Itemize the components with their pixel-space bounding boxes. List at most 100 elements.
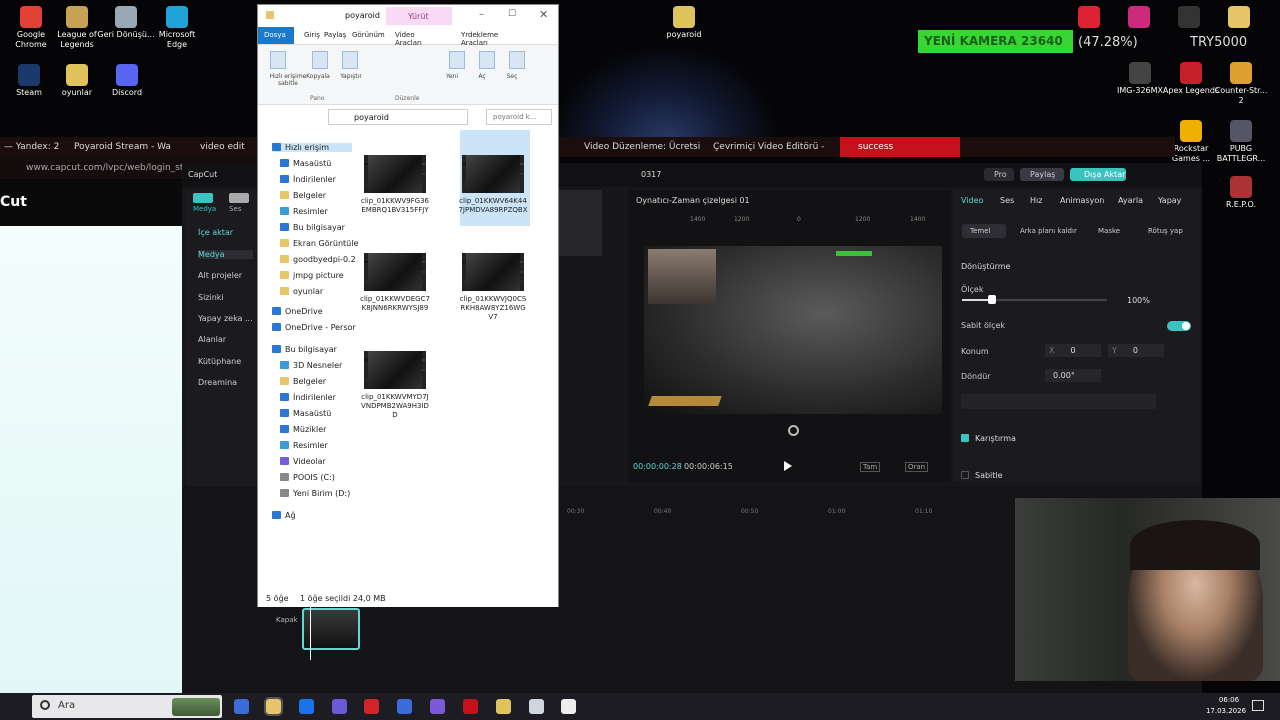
nav-item[interactable]: Yeni Birim (D:): [280, 489, 350, 498]
prop-tab[interactable]: Ses: [1000, 196, 1014, 205]
side-item[interactable]: Alt projeler: [198, 271, 253, 280]
desktop-icon[interactable]: Geri Dönüşü...: [97, 6, 155, 40]
full-button[interactable]: Tam: [860, 462, 881, 472]
taskbar-app-icon[interactable]: [332, 699, 347, 714]
nav-item[interactable]: 3D Nesneler: [280, 361, 342, 370]
play-icon[interactable]: [784, 461, 792, 471]
ribbon-tab[interactable]: Paylaş: [318, 27, 346, 44]
desktop-app-icon[interactable]: [1128, 6, 1150, 28]
explorer-address[interactable]: poyaroid: [328, 109, 468, 125]
ribbon-button-icon[interactable]: [449, 51, 465, 69]
pro-button[interactable]: Pro: [984, 168, 1014, 181]
nav-item[interactable]: Müzikler: [280, 425, 326, 434]
contextual-tab[interactable]: Yürüt: [386, 7, 452, 25]
pos-x-field[interactable]: X0: [1045, 344, 1101, 357]
nav-item[interactable]: OneDrive - Persor: [272, 323, 356, 332]
blend-checkbox[interactable]: [961, 434, 969, 442]
prop-subtab[interactable]: Temel: [962, 224, 1006, 238]
ribbon-tab[interactable]: Video Araçları: [389, 27, 439, 47]
desktop-app-icon[interactable]: [1178, 6, 1200, 28]
taskbar-app-icon[interactable]: [264, 697, 283, 716]
taskbar-app-icon[interactable]: [463, 699, 478, 714]
browser-tab[interactable]: Video Düzenleme: Ücretsi: [584, 137, 709, 157]
taskbar-app-icon[interactable]: [299, 699, 314, 714]
side-tab-label[interactable]: Ses: [229, 205, 241, 213]
ribbon-button-icon[interactable]: [270, 51, 286, 69]
nav-item[interactable]: Bu bilgisayar: [272, 345, 337, 354]
nav-item[interactable]: Resimler: [280, 441, 328, 450]
file-thumbnail[interactable]: [364, 155, 426, 193]
share-button[interactable]: Paylaş: [1020, 168, 1064, 181]
desktop-app-icon[interactable]: [1228, 6, 1250, 28]
nav-item[interactable]: Masaüstü: [280, 159, 331, 168]
maximize-icon[interactable]: ☐: [508, 9, 516, 19]
explorer-search[interactable]: poyaroid k...: [486, 109, 552, 125]
desktop-icon[interactable]: poyaroid: [655, 6, 713, 40]
desktop-icon[interactable]: PUBG BATTLEGR...: [1212, 120, 1270, 164]
side-item[interactable]: Alanlar: [198, 335, 253, 344]
file-name[interactable]: clip_01KKWV9FG36EMBRQ1BV315FFJY: [360, 197, 430, 215]
side-item[interactable]: Sizinki: [198, 293, 253, 302]
taskbar-app-icon[interactable]: [561, 699, 576, 714]
ribbon-button-icon[interactable]: [312, 51, 328, 69]
nav-item[interactable]: Bu bilgisayar: [280, 223, 345, 232]
scale-slider-handle[interactable]: [988, 295, 996, 304]
desktop-icon[interactable]: Discord: [98, 64, 156, 98]
nav-item[interactable]: Videolar: [280, 457, 326, 466]
close-icon[interactable]: ✕: [539, 8, 548, 21]
prop-tab[interactable]: Video: [961, 196, 983, 205]
pos-y-field[interactable]: Y0: [1108, 344, 1164, 357]
desktop-app-icon[interactable]: [1078, 6, 1100, 28]
file-name[interactable]: clip_01KKWV64K447JPMDVA89RPZQBX: [458, 197, 528, 215]
nav-item[interactable]: Belgeler: [280, 377, 326, 386]
ribbon-button-label[interactable]: Aç: [471, 73, 493, 80]
taskbar-app-icon[interactable]: [234, 699, 249, 714]
notification-icon[interactable]: [1252, 700, 1264, 711]
prop-subtab[interactable]: Arka planı kaldır: [1012, 224, 1078, 238]
uniform-scale-toggle[interactable]: [1167, 321, 1191, 331]
browser-tab[interactable]: Çevrimiçi Video Editörü -: [713, 137, 835, 157]
nav-item[interactable]: Hızlı erişim: [272, 143, 352, 152]
taskbar-app-icon[interactable]: [496, 699, 511, 714]
file-name[interactable]: clip_01KKWVDEGC7K8JNN6RKRWYSJ89: [360, 295, 430, 313]
side-item[interactable]: Kütüphane: [198, 357, 253, 366]
prop-subtab[interactable]: Rötuş yap: [1140, 224, 1186, 238]
ribbon-tab[interactable]: Giriş: [298, 27, 320, 44]
nav-item[interactable]: İndirilenler: [280, 393, 336, 402]
nav-item[interactable]: goodbyedpi-0.2: [280, 255, 356, 264]
taskbar-app-icon[interactable]: [397, 699, 412, 714]
file-thumbnail[interactable]: [462, 253, 524, 291]
side-item[interactable]: İçe aktar: [198, 228, 253, 237]
export-button[interactable]: Dışa Aktar: [1070, 168, 1126, 181]
nav-item[interactable]: Masaüstü: [280, 409, 331, 418]
file-thumbnail[interactable]: [462, 155, 524, 193]
prop-subtab[interactable]: Maske: [1090, 224, 1130, 238]
ribbon-button-icon[interactable]: [509, 51, 525, 69]
side-tab-label[interactable]: Medya: [193, 205, 216, 213]
desktop-icon[interactable]: Counter-Str... 2: [1212, 62, 1270, 106]
nav-item[interactable]: Ağ: [272, 511, 296, 520]
ribbon-tab[interactable]: Yrdekleme Araçları: [455, 27, 525, 47]
ribbon-button-label[interactable]: Yeni: [441, 73, 463, 80]
prop-tab[interactable]: Yapay: [1158, 196, 1181, 205]
side-tab-icon[interactable]: [193, 193, 213, 203]
rotate-field[interactable]: 0.00°: [1045, 369, 1101, 382]
ribbon-tab[interactable]: Görünüm: [346, 27, 385, 44]
ribbon-button-label[interactable]: Seç: [501, 73, 523, 80]
ribbon-tab[interactable]: Dosya: [258, 27, 294, 44]
side-item[interactable]: Yapay zeka ...: [198, 314, 253, 323]
desktop-icon[interactable]: Microsoft Edge: [148, 6, 206, 50]
taskbar-app-icon[interactable]: [529, 699, 544, 714]
browser-tab[interactable]: success: [840, 137, 960, 157]
ribbon-button-label[interactable]: Yapıştır: [334, 73, 368, 80]
file-name[interactable]: clip_01KKWVMYD7JVNDPMB2WA9H3IDD: [360, 393, 430, 420]
nav-item[interactable]: jmpg picture: [280, 271, 344, 280]
desktop-icon[interactable]: IMG-326MX: [1111, 62, 1169, 96]
minimize-icon[interactable]: –: [479, 9, 484, 20]
nav-item[interactable]: Ekran Görüntüle: [280, 239, 358, 248]
ribbon-button-label[interactable]: Kopyala: [304, 73, 332, 80]
nav-item[interactable]: Resimler: [280, 207, 328, 216]
taskbar-app-icon[interactable]: [364, 699, 379, 714]
file-thumbnail[interactable]: [364, 351, 426, 389]
playhead[interactable]: [310, 600, 311, 660]
